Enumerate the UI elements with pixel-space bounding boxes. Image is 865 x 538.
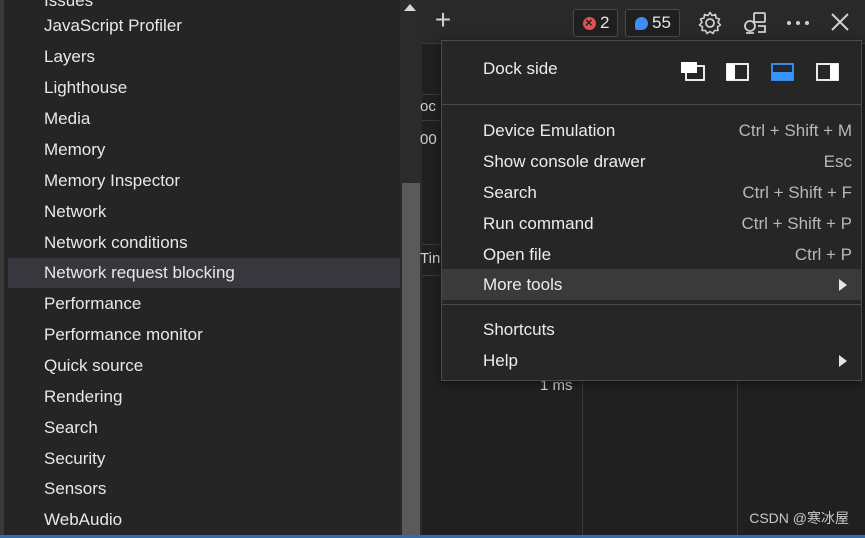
message-icon [635, 17, 648, 30]
menu-item-help[interactable]: Help [442, 345, 861, 376]
menu-item-label: More tools [483, 275, 563, 294]
menu-item-label: Run command [483, 214, 594, 233]
menu-item-shortcut: Ctrl + P [794, 245, 852, 264]
tool-item-network[interactable]: Network [44, 197, 106, 227]
menu-item-shortcuts[interactable]: Shortcuts [442, 314, 861, 345]
menu-item-shortcut: Ctrl + Shift + P [741, 214, 852, 233]
menu-item-device-emulation[interactable]: Device Emulation Ctrl + Shift + M [442, 115, 861, 146]
menu-item-shortcut: Ctrl + Shift + M [738, 121, 852, 140]
menu-item-label: Shortcuts [483, 320, 555, 339]
message-count-badge[interactable]: 55 [625, 9, 680, 37]
menu-item-shortcut: Esc [823, 152, 852, 171]
menu-item-label: Show console drawer [483, 152, 646, 171]
tool-item-security[interactable]: Security [44, 444, 105, 474]
devices-icon[interactable] [741, 10, 769, 36]
tool-item-performance-monitor[interactable]: Performance monitor [44, 320, 203, 350]
tool-item-performance[interactable]: Performance [44, 289, 141, 319]
dock-side-label: Dock side [483, 59, 558, 78]
watermark: CSDN @寒冰屋 [749, 510, 849, 526]
scrollbar-thumb[interactable] [402, 183, 420, 538]
tool-item-media[interactable]: Media [44, 104, 90, 134]
menu-item-label: Open file [483, 245, 552, 264]
tool-item-quick-source[interactable]: Quick source [44, 351, 143, 381]
submenu-arrow-icon [839, 355, 847, 367]
error-count: 2 [600, 13, 610, 32]
tool-item-layers[interactable]: Layers [44, 42, 95, 72]
bg-grid-line [582, 380, 583, 535]
tool-item-sensors[interactable]: Sensors [44, 474, 106, 504]
error-count-badge[interactable]: 2 [573, 9, 619, 37]
tool-item-network-request-blocking[interactable]: Network request blocking [8, 258, 404, 288]
bg-divider [422, 94, 442, 95]
bg-column-header-fragment: oc [420, 98, 436, 115]
tools-list-scrollbar[interactable] [400, 0, 422, 538]
dock-bottom-icon[interactable] [770, 61, 796, 83]
menu-item-more-tools[interactable]: More tools [442, 269, 861, 300]
tool-item-network-conditions[interactable]: Network conditions [44, 228, 188, 258]
menu-separator [442, 304, 861, 305]
tool-item-memory-inspector[interactable]: Memory Inspector [44, 166, 180, 196]
bg-divider [422, 120, 442, 121]
menu-separator [442, 104, 861, 105]
bg-grid-line [737, 380, 738, 535]
menu-item-shortcut: Ctrl + Shift + F [742, 183, 852, 202]
submenu-arrow-icon [839, 279, 847, 291]
dock-left-icon[interactable] [725, 61, 751, 83]
message-count: 55 [652, 13, 671, 32]
dock-right-icon[interactable] [815, 61, 841, 83]
menu-item-label: Device Emulation [483, 121, 616, 140]
undock-icon[interactable] [680, 61, 706, 83]
bg-divider [422, 275, 442, 276]
menu-item-label: Search [483, 183, 537, 202]
tool-item-memory[interactable]: Memory [44, 135, 105, 165]
new-tab-button[interactable]: + [428, 6, 458, 36]
bg-cell-fragment: 00 [420, 131, 437, 148]
customize-devtools-menu: Dock side Device Emulation Ctrl + Shift … [441, 40, 862, 381]
more-tools-submenu: Issues JavaScript Profiler Layers Lighth… [0, 0, 404, 538]
bg-divider [422, 244, 442, 245]
menu-item-search[interactable]: Search Ctrl + Shift + F [442, 177, 861, 208]
devtools-toolbar: + 2 55 [422, 0, 865, 44]
gear-icon[interactable] [696, 10, 724, 36]
tool-item-lighthouse[interactable]: Lighthouse [44, 73, 127, 103]
tool-item-javascript-profiler[interactable]: JavaScript Profiler [44, 11, 182, 41]
menu-item-run-command[interactable]: Run command Ctrl + Shift + P [442, 208, 861, 239]
error-icon [583, 10, 596, 36]
ellipsis-icon[interactable] [784, 10, 812, 36]
menu-item-open-file[interactable]: Open file Ctrl + P [442, 239, 861, 270]
tool-item-webaudio[interactable]: WebAudio [44, 505, 122, 535]
tool-item-rendering[interactable]: Rendering [44, 382, 122, 412]
menu-item-show-console-drawer[interactable]: Show console drawer Esc [442, 146, 861, 177]
bg-column-header-fragment-time: Tin [420, 250, 441, 267]
tool-item-search[interactable]: Search [44, 413, 98, 443]
scroll-up-arrow-icon[interactable] [404, 4, 416, 11]
close-icon[interactable] [826, 10, 854, 36]
menu-item-label: Help [483, 351, 518, 370]
